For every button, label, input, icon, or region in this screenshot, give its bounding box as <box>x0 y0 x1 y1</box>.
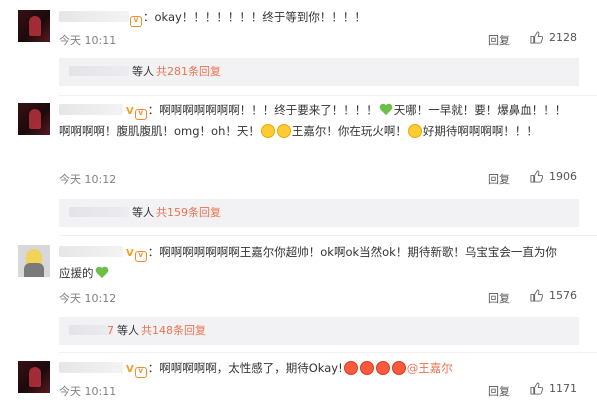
avatar[interactable] <box>18 103 50 135</box>
divider <box>59 352 597 353</box>
vip-icon: V <box>130 16 142 27</box>
heart-eyes-icon <box>391 361 406 375</box>
like-button[interactable]: 1576 <box>530 289 577 302</box>
like-count: 1171 <box>549 382 577 395</box>
heart-eyes-icon <box>343 361 358 375</box>
reply-thread[interactable]: 等人 共159条回复 <box>59 199 579 227</box>
crying-face-icon <box>407 123 422 138</box>
username[interactable] <box>59 246 123 257</box>
reply-count-link[interactable]: 共159条回复 <box>156 206 221 219</box>
reply-thread[interactable]: 等人 共281条回复 <box>59 58 579 86</box>
crying-face-icon <box>276 123 291 138</box>
reply-count-link[interactable]: 共281条回复 <box>156 65 221 78</box>
like-button[interactable]: 1906 <box>530 170 577 183</box>
username[interactable] <box>59 11 129 22</box>
thumbs-up-icon <box>530 31 543 44</box>
vip-icon: V <box>134 251 147 262</box>
timestamp: 今天 10:11 <box>59 385 117 398</box>
reply-button[interactable]: 回复 <box>488 171 510 187</box>
comment-text: V V ：啊啊啊啊啊，太性感了，期待Okay! @王嘉尔 <box>59 359 567 380</box>
crying-face-icon <box>260 123 275 138</box>
avatar[interactable] <box>18 10 50 42</box>
like-count: 1906 <box>549 170 577 183</box>
comment-text: V V ：啊啊啊啊啊啊啊王嘉尔你超帅！ok啊ok当然ok！期待新歌！乌宝宝会一直为你… <box>59 245 557 280</box>
username[interactable] <box>59 104 123 115</box>
timestamp: 今天 10:11 <box>59 34 117 47</box>
reply-users <box>69 207 129 217</box>
reply-button[interactable]: 回复 <box>488 32 510 48</box>
reply-users <box>69 66 129 76</box>
comment-text: V ：okay！！！！！！！终于等到你！！！！ <box>59 8 567 28</box>
username[interactable] <box>59 362 123 373</box>
reply-count-link[interactable]: 共148条回复 <box>141 324 206 337</box>
v-badge-icon: V <box>126 106 134 117</box>
avatar[interactable] <box>18 361 50 393</box>
like-count: 2128 <box>549 31 577 44</box>
thumbs-up-icon <box>530 382 543 395</box>
thumbs-up-icon <box>530 289 543 302</box>
heart-eyes-icon <box>375 361 390 375</box>
heart-eyes-icon <box>359 361 374 375</box>
timestamp: 今天 10:12 <box>59 292 117 305</box>
mention-link[interactable]: @王嘉尔 <box>407 361 453 375</box>
green-heart-icon <box>95 266 109 280</box>
v-badge-icon: V <box>126 364 134 375</box>
divider <box>59 95 597 96</box>
reply-button[interactable]: 回复 <box>488 383 510 399</box>
vip-icon: V <box>134 109 147 120</box>
like-count: 1576 <box>549 289 577 302</box>
vip-icon: V <box>134 367 147 378</box>
timestamp: 今天 10:12 <box>59 173 117 186</box>
green-heart-icon <box>379 103 393 117</box>
comment-text: V V ：啊啊啊啊啊啊啊！！！终于要来了！！！！ 天哪！一早就！要！爆鼻血！！！啊啊啊… <box>59 103 567 138</box>
avatar[interactable] <box>18 245 50 277</box>
thumbs-up-icon <box>530 170 543 183</box>
divider <box>59 235 597 236</box>
reply-thread[interactable]: 7 等人 共148条回复 <box>59 317 579 345</box>
comment-body: ：okay！！！！！！！终于等到你！！！！ <box>143 10 366 24</box>
like-button[interactable]: 1171 <box>530 382 577 395</box>
reply-button[interactable]: 回复 <box>488 290 510 306</box>
v-badge-icon: V <box>126 248 134 259</box>
like-button[interactable]: 2128 <box>530 31 577 44</box>
